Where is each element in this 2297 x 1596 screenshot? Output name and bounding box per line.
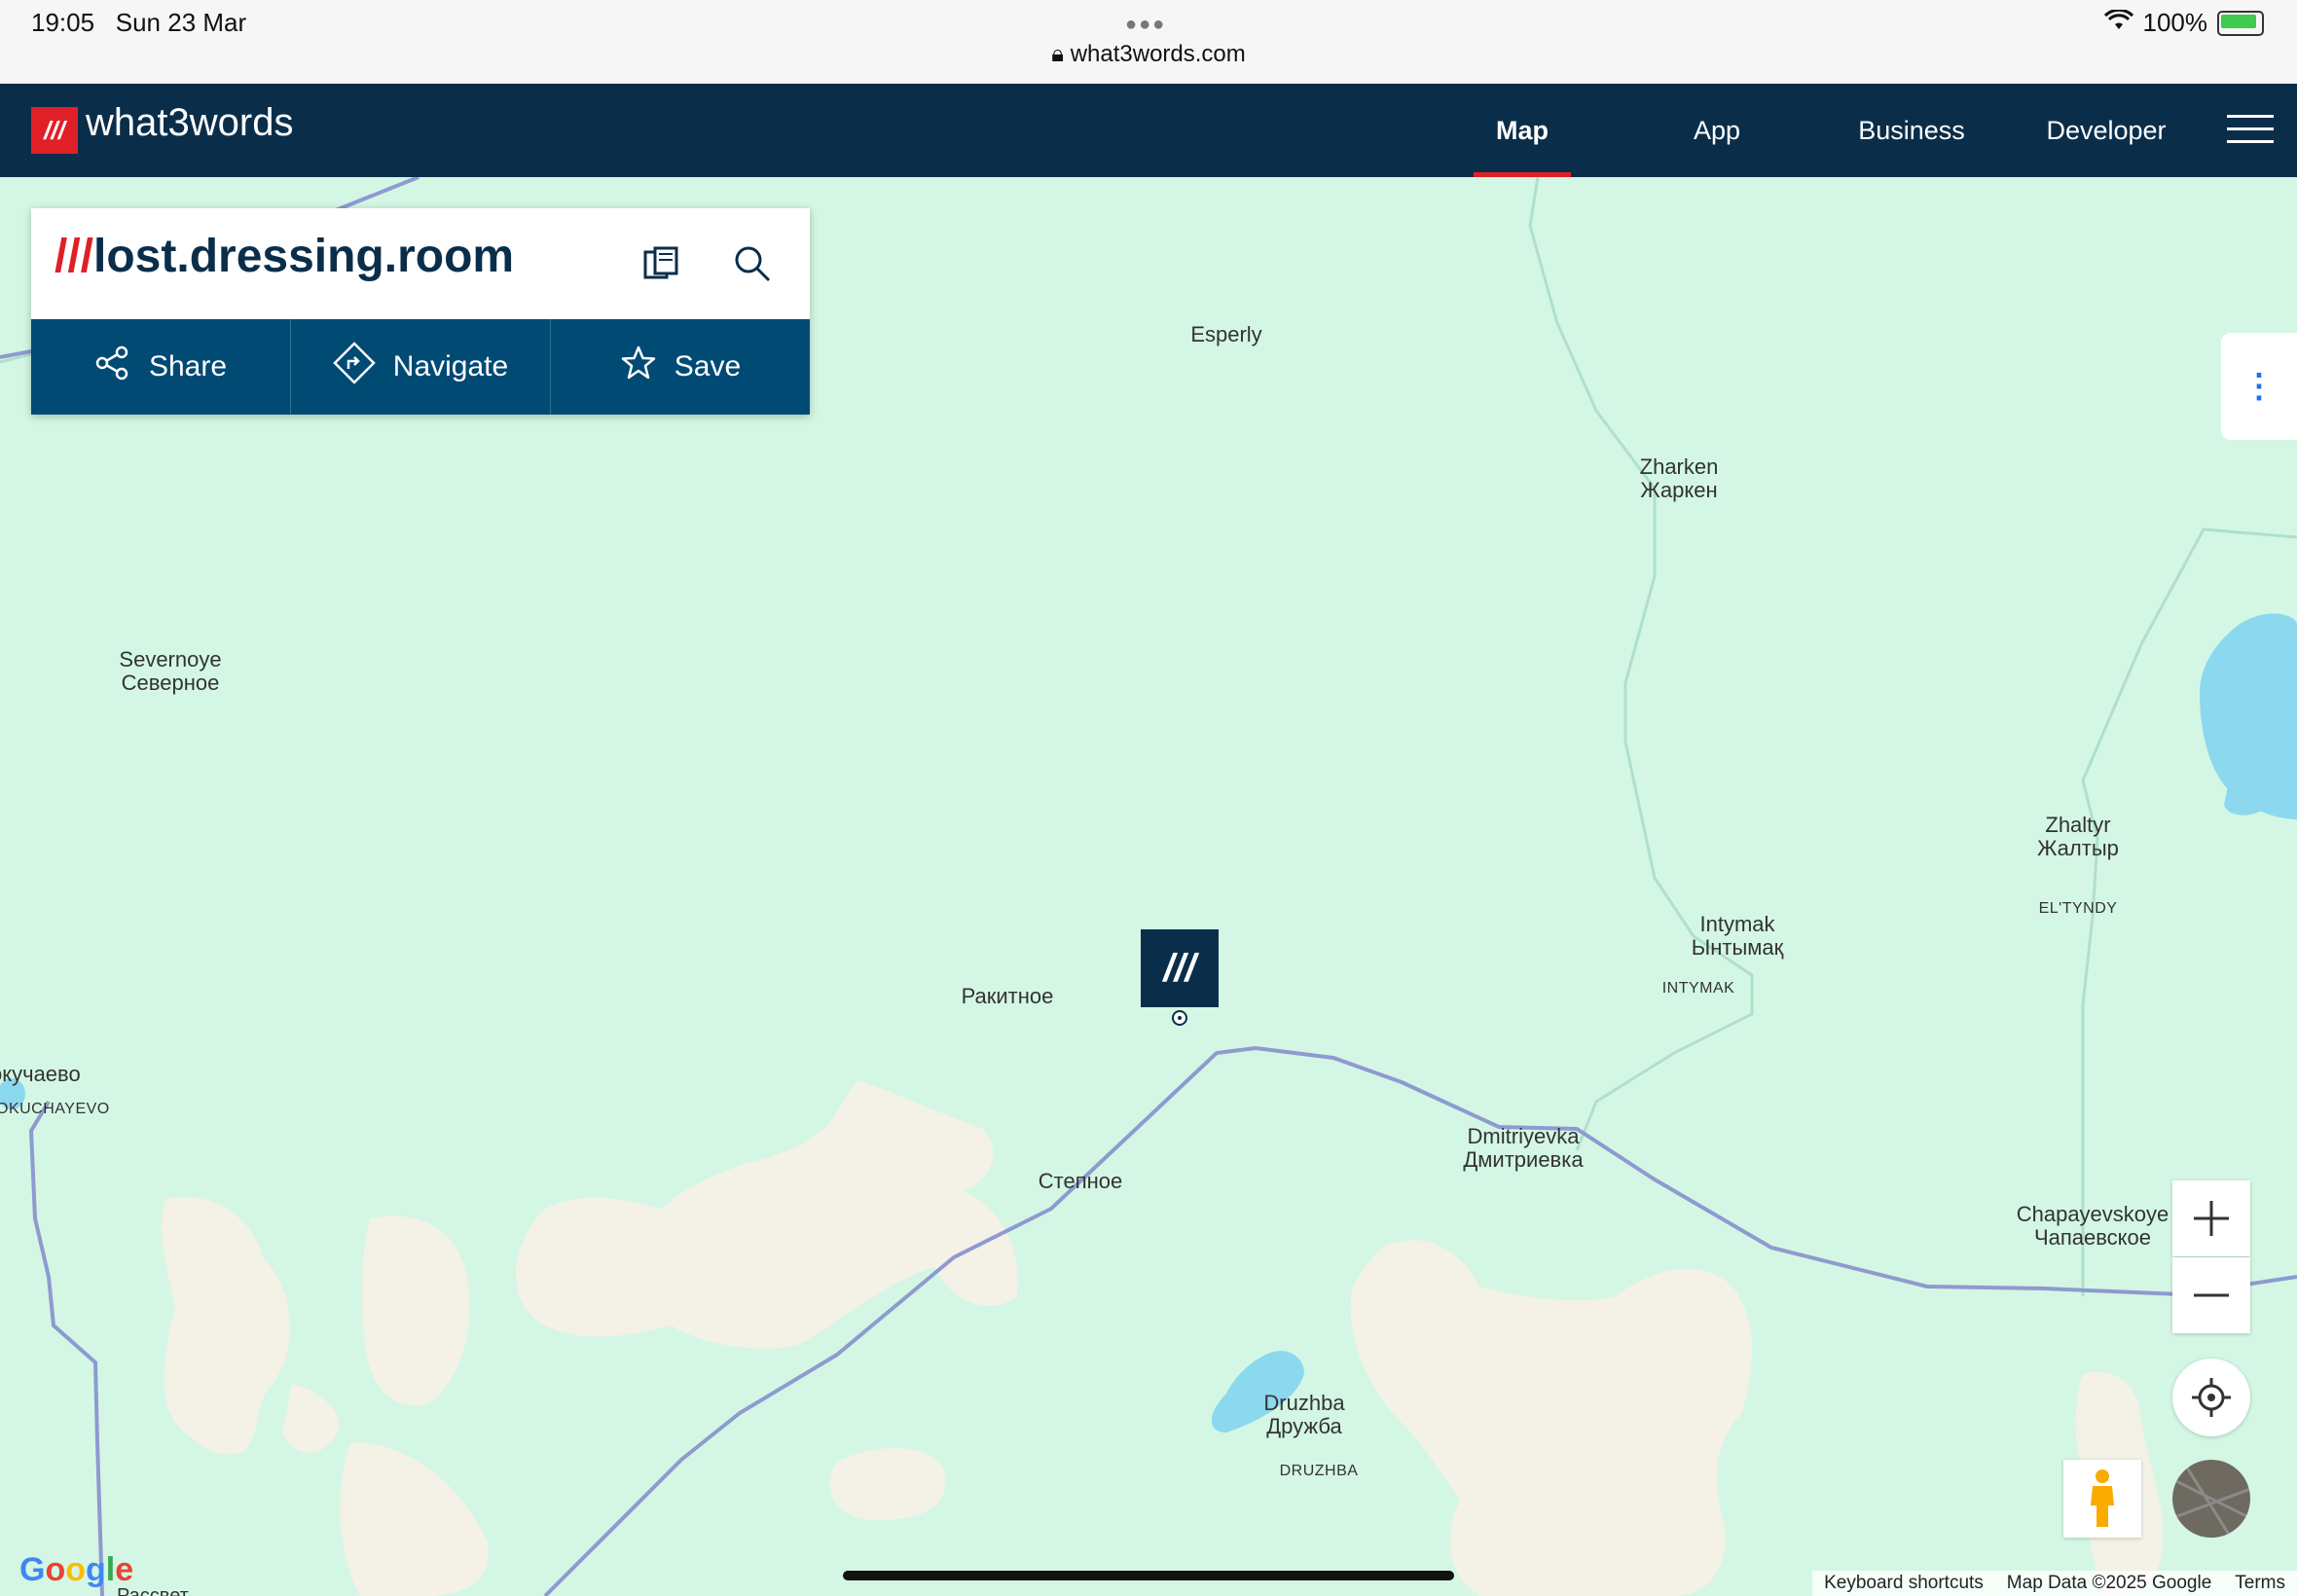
- navigate-button[interactable]: Navigate: [291, 319, 551, 415]
- locate-button[interactable]: [2172, 1359, 2250, 1436]
- place-label: Esperly: [1190, 322, 1262, 346]
- more-vertical-icon[interactable]: ⋮: [2221, 333, 2297, 440]
- nav-app[interactable]: App: [1668, 84, 1766, 177]
- nav-developer[interactable]: Developer: [2038, 84, 2174, 177]
- place-label: DRUZHBA: [1279, 1463, 1359, 1479]
- place-label: Dmitriyevka Дмитриевка: [1463, 1124, 1584, 1172]
- place-label: Severnoye Северное: [119, 647, 222, 695]
- place-label: Chapayevskoye Чапаевское: [2016, 1202, 2169, 1250]
- save-button[interactable]: Save: [551, 319, 810, 415]
- address-bar[interactable]: 🔒︎ what3words.com: [0, 41, 2297, 68]
- site-header: /// what3words Map App Business Develope…: [0, 84, 2297, 177]
- place-label: Druzhba Дружба: [1263, 1391, 1345, 1438]
- save-label: Save: [674, 350, 742, 382]
- place-label: Intymak Ынтымақ: [1691, 912, 1784, 960]
- navigate-label: Navigate: [392, 350, 509, 382]
- place-label: Рассвет: [117, 1585, 189, 1596]
- minus-icon: [2194, 1293, 2229, 1297]
- terms-link[interactable]: Terms: [2223, 1571, 2297, 1596]
- copy-icon[interactable]: [637, 239, 685, 288]
- lock-icon: 🔒︎: [1051, 41, 1065, 67]
- google-logo: Google: [19, 1551, 134, 1588]
- search-icon[interactable]: [728, 239, 777, 288]
- place-label: Степное: [1038, 1169, 1123, 1193]
- share-button[interactable]: Share: [31, 319, 291, 415]
- logo-mark[interactable]: ///: [31, 107, 78, 154]
- address-header: ///lost.dressing.room: [31, 208, 810, 319]
- status-right: 100%: [2103, 8, 2264, 38]
- share-icon: [94, 345, 131, 389]
- home-indicator[interactable]: [843, 1571, 1454, 1580]
- address-card: ///lost.dressing.room Share Navigate Sav…: [31, 208, 810, 415]
- navigate-icon: [333, 342, 376, 392]
- nav-business[interactable]: Business: [1843, 84, 1980, 177]
- map-footer: Keyboard shortcuts Map Data ©2025 Google…: [1812, 1571, 2297, 1596]
- status-time: 19:05 Sun 23 Mar: [31, 8, 247, 37]
- place-label: Zhaltyr Жалтыр: [2037, 813, 2119, 860]
- battery-icon: [2217, 10, 2264, 36]
- location-pin[interactable]: ///: [1141, 929, 1219, 1007]
- more-dots-icon[interactable]: ●●●: [1125, 14, 1166, 36]
- pin-point-icon: [1172, 1010, 1187, 1026]
- satellite-layer-button[interactable]: [2172, 1460, 2250, 1538]
- place-label: окучаево: [0, 1062, 81, 1086]
- wifi-icon: [2103, 8, 2133, 38]
- place-label: INTYMAK: [1661, 980, 1735, 997]
- pegman-icon[interactable]: [2063, 1460, 2141, 1538]
- plus-icon: [2194, 1201, 2229, 1236]
- crosshair-icon: [2192, 1378, 2231, 1417]
- url-text: what3words.com: [1070, 41, 1246, 67]
- place-label: OKUCHAYEVO: [0, 1101, 110, 1117]
- nav-map[interactable]: Map: [1474, 84, 1571, 177]
- share-label: Share: [148, 350, 228, 382]
- place-label: Zharken Жаркен: [1639, 454, 1719, 502]
- place-label: EL'TYNDY: [2038, 900, 2118, 917]
- action-bar: Share Navigate Save: [31, 319, 810, 415]
- battery-percent: 100%: [2142, 8, 2208, 37]
- hamburger-icon[interactable]: [2227, 115, 2274, 146]
- three-word-address[interactable]: ///lost.dressing.room: [55, 230, 514, 283]
- zoom-out-button[interactable]: [2172, 1257, 2250, 1333]
- keyboard-shortcuts-link[interactable]: Keyboard shortcuts: [1812, 1571, 1995, 1596]
- star-icon: [620, 345, 657, 389]
- zoom-in-button[interactable]: [2172, 1180, 2250, 1256]
- status-bar: 19:05 Sun 23 Mar ●●● 🔒︎ what3words.com 1…: [0, 0, 2297, 84]
- map-data-text: Map Data ©2025 Google: [2006, 1573, 2212, 1593]
- logo-text[interactable]: what3words: [86, 101, 293, 145]
- place-label: Ракитное: [961, 984, 1054, 1008]
